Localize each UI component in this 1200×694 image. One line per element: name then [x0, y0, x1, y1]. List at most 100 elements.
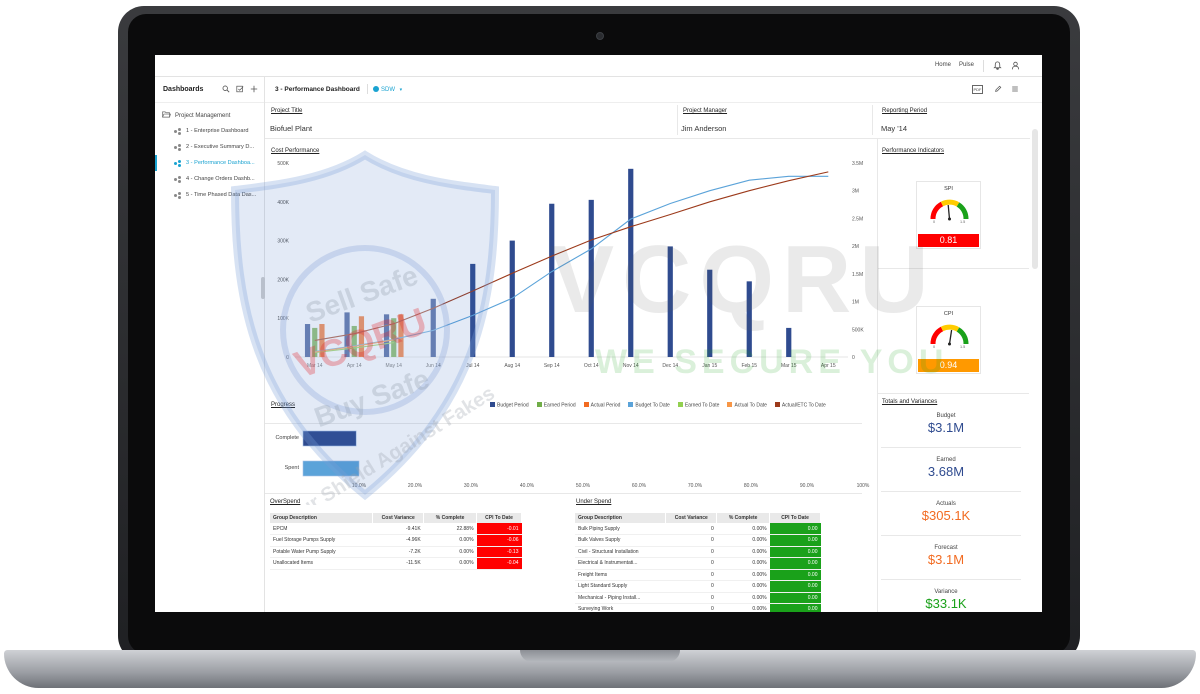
- sidebar-item-performance-dashboard[interactable]: 3 - Performance Dashboa...: [155, 155, 264, 171]
- project-manager-value: Jim Anderson: [681, 124, 727, 133]
- progress-x-tick-label: 70.0%: [688, 483, 703, 489]
- table-cell: 0: [665, 569, 717, 581]
- sidebar-item-executive-summary[interactable]: 2 - Executive Summary D...: [155, 139, 264, 155]
- table-row[interactable]: Civil - Structural Installation 0 0.00% 0.0…: [575, 546, 821, 558]
- datasource-selector[interactable]: SDW ▾: [367, 84, 402, 94]
- nav-home-link[interactable]: Home: [935, 62, 951, 68]
- column-header[interactable]: Group Description: [575, 513, 667, 523]
- sidebar-item-enterprise-dashboard[interactable]: 1 - Enterprise Dashboard: [155, 123, 264, 139]
- progress-x-tick-label: 10.0%: [352, 483, 367, 489]
- header-divider: [367, 84, 368, 94]
- y-right-tick-label: 3M: [852, 189, 859, 195]
- table-row[interactable]: Fuel Storage Pumps Supply -4.96K 0.00% -0.0…: [270, 534, 522, 547]
- y-right-tick-label: 3.5M: [852, 161, 863, 167]
- table-row[interactable]: Bulk Piping Supply 0 0.00% 0.00: [575, 523, 821, 535]
- table-cell: Civil - Structural Installation: [575, 546, 666, 558]
- edit-check-icon[interactable]: [236, 85, 244, 95]
- progress-title: Progress: [271, 402, 296, 408]
- sidebar-item-label: 2 - Executive Summary D...: [186, 144, 255, 150]
- progress-x-tick-label: 80.0%: [744, 483, 759, 489]
- globe-icon: [373, 86, 379, 92]
- table-row[interactable]: Potable Water Pump Supply -7.2K 0.00% -0.13: [270, 546, 522, 558]
- y-left-tick-label: 500K: [277, 161, 289, 167]
- pdf-export-icon[interactable]: PDF: [972, 85, 983, 94]
- spi-indicator[interactable]: SPI 0 1.5 0.81: [916, 181, 981, 249]
- reporting-period-value: May '14: [881, 124, 908, 133]
- table-cell: 0.00%: [423, 557, 477, 570]
- table-row[interactable]: Light Standard Supply 0 0.00% 0.00: [575, 580, 821, 593]
- y-right-tick-label: 500K: [852, 327, 864, 333]
- table-cell: 0.00%: [716, 557, 770, 570]
- folder-open-icon: [162, 111, 171, 120]
- table-row[interactable]: Bulk Valves Supply 0 0.00% 0.00: [575, 534, 821, 547]
- legend-label: Budget Period: [497, 402, 529, 409]
- camera-icon: [596, 32, 604, 40]
- sidebar-folder-label: Project Management: [175, 112, 231, 119]
- bar-budget-period: [588, 199, 594, 357]
- x-tick-label: Jun 14: [426, 363, 441, 369]
- y-right-tick-label: 1.5M: [852, 272, 863, 278]
- user-icon[interactable]: [1011, 61, 1020, 70]
- table-row[interactable]: Freight Items 0 0.00% 0.00: [575, 569, 821, 581]
- bar-budget-period: [470, 263, 476, 357]
- table-row[interactable]: Electrical & Instrumentati... 0 0.00% 0.00: [575, 557, 821, 570]
- x-tick-label: Dec 14: [662, 363, 678, 369]
- legend-actual-period: Actual Period: [583, 402, 620, 409]
- sidebar-list: 1 - Enterprise Dashboard 2 - Executive S…: [155, 123, 264, 203]
- x-tick-label: Mar 15: [781, 363, 797, 369]
- progress-category-label: Spent: [285, 465, 300, 471]
- sidebar-folder[interactable]: Project Management: [155, 111, 264, 120]
- underspend-title: Under Spend: [576, 499, 612, 505]
- x-tick-label: Jan 15: [702, 363, 717, 369]
- field-divider: [677, 105, 678, 135]
- table-cell: -0.01: [476, 523, 522, 535]
- search-icon[interactable]: [222, 85, 230, 95]
- cost-chart-legend: Budget Period Earned Period Actual Perio…: [490, 402, 826, 409]
- y-right-tick-label: 2M: [852, 244, 859, 250]
- column-header[interactable]: CPI To Date: [769, 513, 821, 523]
- table-row[interactable]: Surveying Work 0 0.00% 0.00: [575, 603, 821, 612]
- total-earned: Earned 3.68M: [877, 457, 1015, 479]
- x-tick-label: Oct 14: [584, 363, 599, 369]
- pencil-icon[interactable]: [994, 85, 1002, 95]
- laptop-notch: [520, 650, 680, 662]
- table-cell: -7.2K: [372, 546, 424, 558]
- table-row[interactable]: EPCM -9.41K 22.88% -0.01: [270, 523, 522, 535]
- column-header[interactable]: Group Description: [270, 513, 374, 523]
- table-header-row: Group Description Cost Variance % Comple…: [575, 513, 821, 523]
- column-header[interactable]: % Complete: [423, 513, 478, 523]
- column-header[interactable]: Cost Variance: [665, 513, 718, 523]
- table-row[interactable]: Unallocated Items -11.5K 0.00% -0.04: [270, 557, 522, 570]
- table-cell: 0.00%: [716, 546, 770, 558]
- nav-pulse-link[interactable]: Pulse: [959, 62, 974, 68]
- legend-budget-period: Budget Period: [490, 402, 529, 409]
- table-cell: -11.5K: [372, 557, 424, 570]
- table-cell: 0.00: [769, 569, 821, 581]
- bell-icon[interactable]: [993, 61, 1002, 70]
- share-icon: [174, 159, 181, 167]
- y-left-tick-label: 0: [286, 355, 289, 361]
- cpi-indicator[interactable]: CPI 0 1.5 0.94: [916, 306, 981, 374]
- column-header[interactable]: Cost Variance: [372, 513, 425, 523]
- main-scrollbar[interactable]: [1032, 129, 1038, 269]
- y-right-tick-label: 2.5M: [852, 216, 863, 222]
- plus-icon[interactable]: [250, 85, 258, 95]
- table-row[interactable]: Mechanical - Piping Install... 0 0.00% 0.00: [575, 592, 821, 604]
- totals-title: Totals and Variances: [882, 399, 938, 405]
- column-header[interactable]: % Complete: [716, 513, 771, 523]
- sidebar-item-time-phased-data[interactable]: 5 - Time Phased Data Das...: [155, 187, 264, 203]
- sidebar-item-change-orders[interactable]: 4 - Change Orders Dashb...: [155, 171, 264, 187]
- sidebar-item-label: 5 - Time Phased Data Das...: [186, 192, 257, 198]
- spi-label: SPI: [944, 186, 953, 192]
- sidebar-tools: [222, 85, 258, 95]
- column-header[interactable]: CPI To Date: [476, 513, 522, 523]
- progress-x-tick-label: 50.0%: [576, 483, 591, 489]
- total-label: Earned: [936, 457, 956, 463]
- totals-separator: [881, 535, 1021, 536]
- menu-icon[interactable]: [1011, 85, 1019, 95]
- total-label: Variance: [934, 589, 958, 595]
- table-cell: 0.00: [769, 603, 821, 612]
- table-cell: 0.00%: [716, 523, 770, 535]
- x-tick-label: Apr 14: [347, 363, 362, 369]
- table-cell: 0.00%: [716, 592, 770, 604]
